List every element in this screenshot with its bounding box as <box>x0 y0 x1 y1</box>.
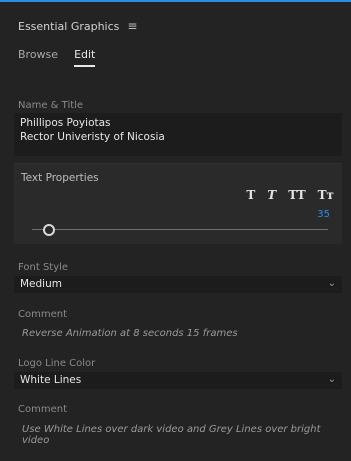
text-properties-panel: Text Properties T T TT Tт 35 <box>14 163 342 244</box>
comment-label-1: Comment <box>18 309 67 320</box>
panel-header: Essential Graphics ≡ <box>18 19 137 33</box>
hamburger-icon[interactable]: ≡ <box>127 19 137 33</box>
logo-line-color-dropdown[interactable]: White Lines ⌄ <box>14 372 342 389</box>
comment-text-1: Reverse Animation at 8 seconds 15 frames <box>22 328 238 339</box>
slider-value[interactable]: 35 <box>317 209 330 220</box>
comment-label-2: Comment <box>18 404 67 415</box>
small-caps-icon[interactable]: Tт <box>318 188 334 202</box>
text-properties-label: Text Properties <box>21 172 99 184</box>
chevron-down-icon: ⌄ <box>327 278 336 289</box>
name-title-field[interactable]: Phillipos Poyiotas Rector Univeristy of … <box>14 113 342 156</box>
tab-browse[interactable]: Browse <box>18 48 58 61</box>
bold-text-icon[interactable]: T <box>246 188 255 202</box>
chevron-down-icon: ⌄ <box>327 374 336 385</box>
panel-title: Essential Graphics <box>18 19 120 33</box>
logo-line-color-label: Logo Line Color <box>18 358 96 369</box>
slider-handle[interactable] <box>43 224 55 236</box>
font-style-value: Medium <box>20 278 62 290</box>
font-style-label: Font Style <box>18 262 69 273</box>
comment-text-2: Use White Lines over dark video and Grey… <box>22 424 321 446</box>
name-line-1: Phillipos Poyiotas <box>20 117 111 129</box>
logo-line-color-value: White Lines <box>20 374 82 386</box>
all-caps-icon[interactable]: TT <box>288 188 305 202</box>
slider-track[interactable] <box>32 229 328 230</box>
text-style-buttons: T T TT Tт <box>246 188 334 202</box>
name-line-2: Rector Univeristy of Nicosia <box>20 131 165 143</box>
tab-bar: Browse Edit <box>18 48 96 67</box>
font-style-dropdown[interactable]: Medium ⌄ <box>14 276 342 293</box>
focus-indicator-line <box>0 0 351 2</box>
tab-edit[interactable]: Edit <box>74 48 96 67</box>
italic-text-icon[interactable]: T <box>267 188 276 202</box>
name-title-label: Name & Title <box>18 100 84 111</box>
